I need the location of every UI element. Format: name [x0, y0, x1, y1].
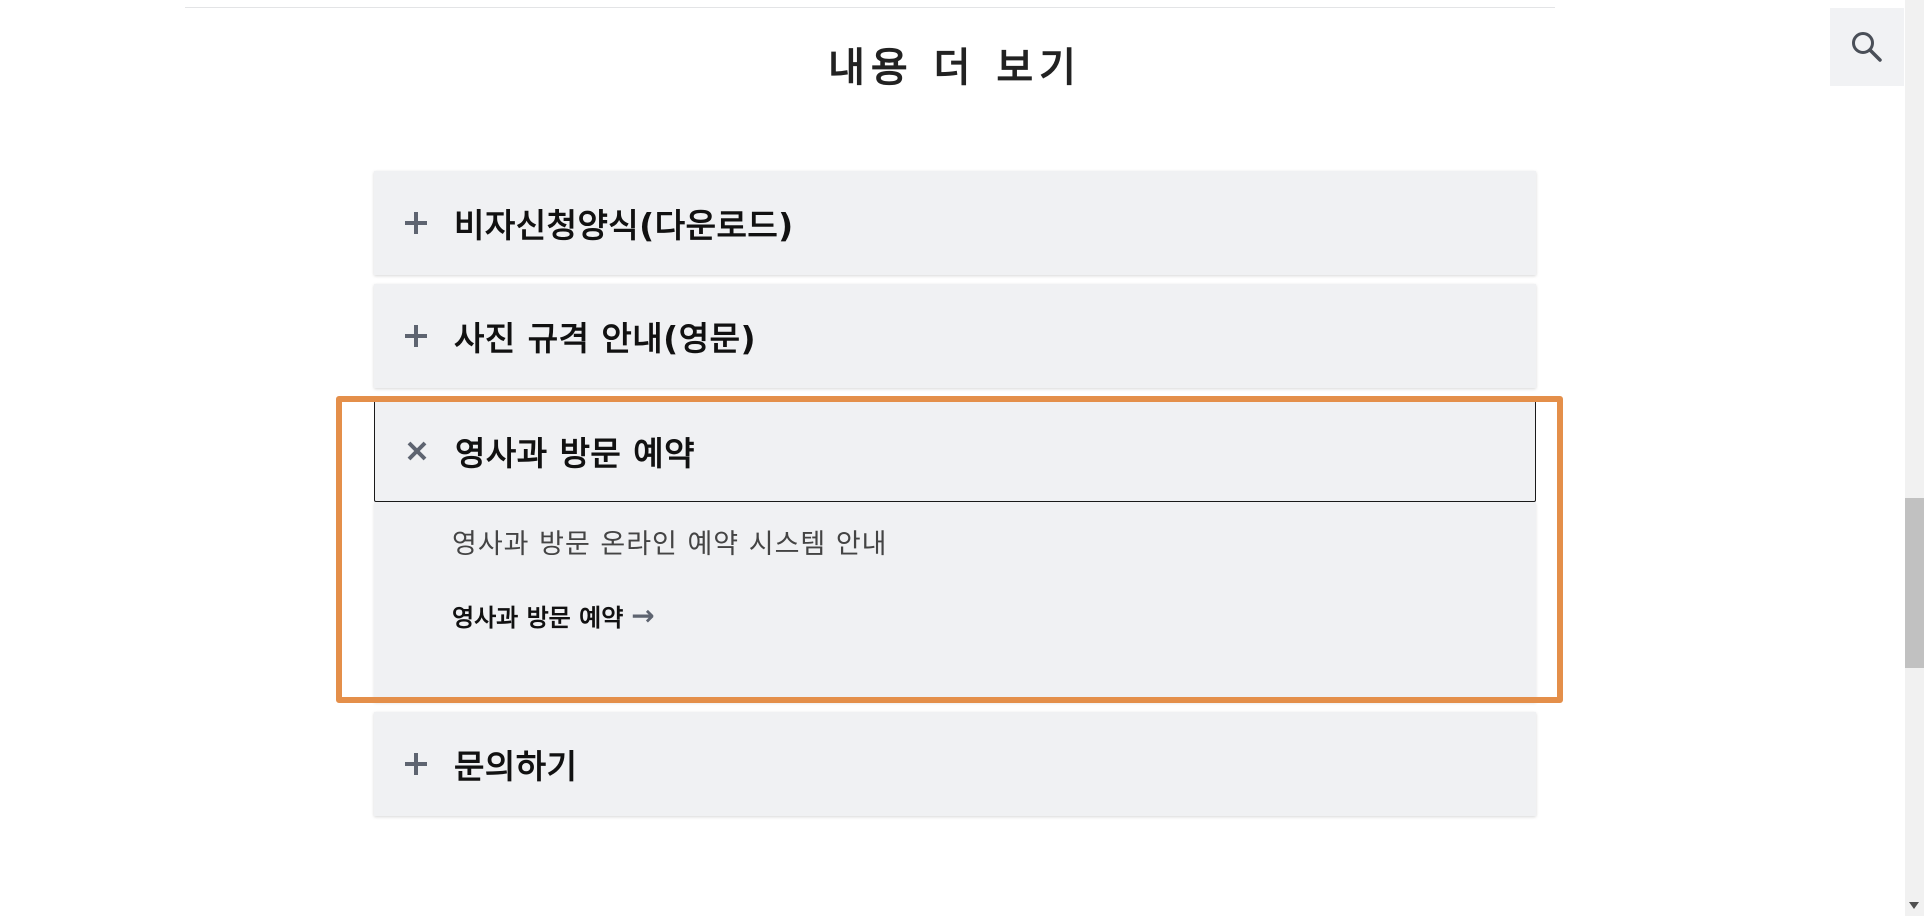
- plus-icon: [402, 209, 430, 237]
- accordion-item-inquiry[interactable]: 문의하기: [374, 712, 1536, 816]
- accordion-item-visa-forms[interactable]: 비자신청양식(다운로드): [374, 171, 1536, 275]
- link-label: 영사과 방문 예약: [452, 604, 624, 632]
- accordion-title: 비자신청양식(다운로드): [454, 206, 794, 245]
- scroll-down-arrow-icon[interactable]: [1909, 902, 1919, 909]
- scrollbar-thumb[interactable]: [1905, 498, 1924, 668]
- accordion-header[interactable]: 문의하기: [374, 712, 1536, 816]
- accordion-title: 영사과 방문 예약: [455, 433, 695, 473]
- arrow-right-icon: →: [631, 598, 655, 632]
- consular-visit-reservation-link[interactable]: 영사과 방문 예약 →: [452, 598, 655, 633]
- scrollbar-track[interactable]: [1905, 0, 1924, 916]
- plus-icon: [402, 322, 430, 350]
- accordion-panel: 영사과 방문 온라인 예약 시스템 안내 영사과 방문 예약 →: [374, 502, 1536, 702]
- accordion-title: 사진 규격 안내(영문): [454, 319, 757, 358]
- accordion-title: 문의하기: [454, 747, 578, 786]
- close-icon: [403, 437, 431, 465]
- accordion-item-photo-spec[interactable]: 사진 규격 안내(영문): [374, 284, 1536, 388]
- page: 내용 더 보기 비자신청양식(다운로드) 사진 규격 안내(영문) 영사과 방문…: [0, 0, 1924, 916]
- top-divider: [185, 0, 1555, 8]
- plus-icon: [402, 750, 430, 778]
- section-title: 내용 더 보기: [828, 44, 1082, 91]
- accordion-header[interactable]: 사진 규격 안내(영문): [374, 284, 1536, 388]
- accordion-header[interactable]: 비자신청양식(다운로드): [374, 171, 1536, 275]
- panel-description: 영사과 방문 온라인 예약 시스템 안내: [452, 529, 888, 560]
- accordion-item-consular-visit[interactable]: 영사과 방문 예약: [374, 399, 1536, 502]
